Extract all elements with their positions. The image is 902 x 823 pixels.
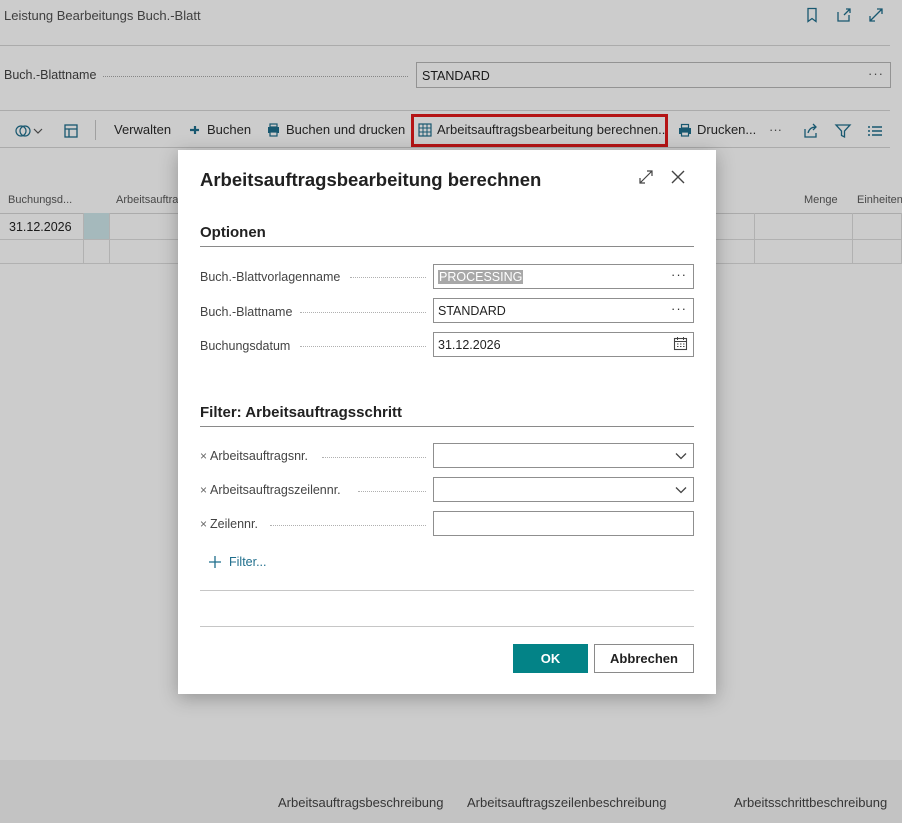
plus-icon: [208, 555, 222, 569]
label-leader: [300, 346, 426, 347]
label-leader: [350, 277, 426, 278]
filter-bottom-divider: [200, 590, 694, 591]
expand-dialog-icon[interactable]: [637, 168, 655, 186]
calendar-icon[interactable]: [673, 336, 688, 351]
filter-line-no-input[interactable]: [433, 511, 694, 536]
template-name-field[interactable]: PROCESSING ···: [433, 264, 694, 289]
filter-work-order-label: × Arbeitsauftragsnr.: [200, 449, 308, 463]
lookup-ellipsis-icon[interactable]: ···: [671, 267, 687, 282]
options-divider: [200, 246, 694, 247]
label-leader: [358, 491, 426, 492]
add-filter-link[interactable]: Filter...: [208, 555, 267, 569]
template-name-label: Buch.-Blattvorlagenname: [200, 270, 341, 284]
filter-heading: Filter: Arbeitsauftragsschritt: [200, 404, 402, 421]
cancel-button[interactable]: Abbrechen: [594, 644, 694, 673]
options-heading: Optionen: [200, 224, 266, 241]
close-icon[interactable]: [669, 168, 687, 186]
footer-divider: [200, 626, 694, 627]
posting-date-label: Buchungsdatum: [200, 339, 291, 353]
remove-filter-icon[interactable]: ×: [200, 449, 207, 463]
remove-filter-icon[interactable]: ×: [200, 517, 207, 531]
chevron-down-icon: [674, 449, 688, 463]
calculate-work-order-dialog: Arbeitsauftragsbearbeitung berechnen Opt…: [178, 150, 716, 694]
label-leader: [270, 525, 426, 526]
ok-button[interactable]: OK: [513, 644, 588, 673]
label-leader: [300, 312, 426, 313]
lookup-ellipsis-icon[interactable]: ···: [671, 301, 687, 316]
batch-name-field[interactable]: STANDARD ···: [433, 298, 694, 323]
label-leader: [322, 457, 426, 458]
posting-date-field[interactable]: 31.12.2026: [433, 332, 694, 357]
filter-work-order-line-label: × Arbeitsauftragszeilennr.: [200, 483, 341, 497]
filter-divider: [200, 426, 694, 427]
remove-filter-icon[interactable]: ×: [200, 483, 207, 497]
batch-name-label: Buch.-Blattname: [200, 305, 293, 319]
filter-line-no-label: × Zeilennr.: [200, 517, 258, 531]
dialog-title: Arbeitsauftragsbearbeitung berechnen: [200, 169, 542, 190]
filter-work-order-line-select[interactable]: [433, 477, 694, 502]
chevron-down-icon: [674, 483, 688, 497]
filter-work-order-select[interactable]: [433, 443, 694, 468]
